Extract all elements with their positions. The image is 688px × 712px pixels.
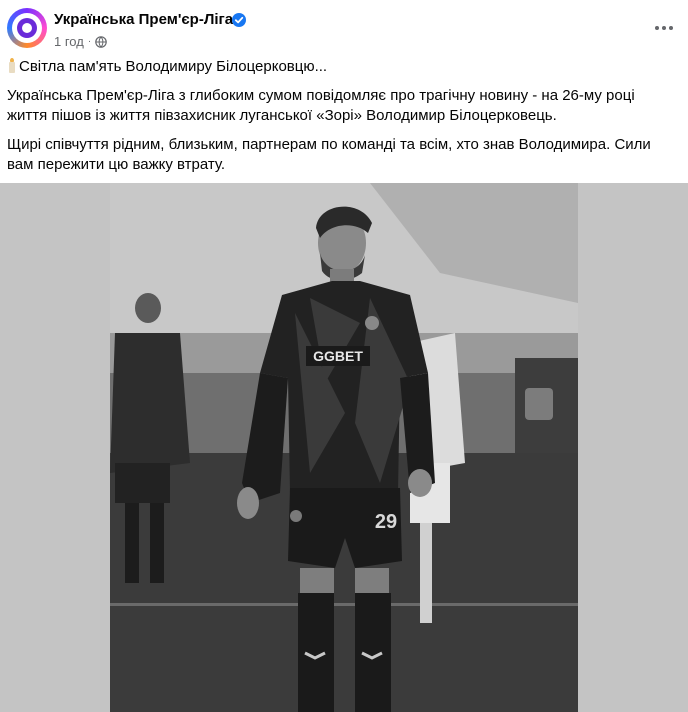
post-header: Українська Прем'єр-Ліга 1 год · (0, 0, 688, 56)
page-name-link[interactable]: Українська Прем'єр-Ліга (54, 11, 233, 28)
post-headline-line: Світла пам'ять Володимиру Білоцерковцю..… (7, 57, 679, 77)
shirt-number-text: 29 (375, 511, 397, 533)
upl-logo-mark (17, 18, 37, 38)
meta-separator: · (87, 36, 92, 47)
facebook-post: Українська Прем'єр-Ліга 1 год · Світла п… (0, 0, 688, 712)
more-options-icon[interactable] (650, 14, 678, 42)
post-paragraph-2: Щирі співчуття рідним, близьким, партнер… (7, 136, 651, 173)
player-photo[interactable]: GGBET 29 (110, 183, 578, 712)
post-text: Світла пам'ять Володимиру Білоцерковцю..… (7, 57, 679, 184)
globe-icon[interactable] (95, 35, 107, 48)
post-photo-container[interactable]: GGBET 29 (0, 183, 688, 712)
post-paragraph-1: Українська Прем'єр-Ліга з глибоким сумом… (7, 87, 635, 124)
post-timestamp[interactable]: 1 год (54, 34, 84, 49)
photo-blur-left (0, 183, 110, 712)
post-meta: 1 год · (54, 34, 107, 49)
verified-badge-icon (232, 13, 246, 27)
candle-icon (7, 58, 17, 73)
post-headline: Світла пам'ять Володимиру Білоцерковцю..… (19, 58, 328, 75)
upl-logo (12, 13, 42, 43)
photo-blur-right (578, 183, 688, 712)
player-photo-illustration: GGBET 29 (110, 183, 578, 712)
jersey-sponsor-text: GGBET (313, 348, 363, 364)
page-avatar[interactable] (7, 8, 47, 48)
